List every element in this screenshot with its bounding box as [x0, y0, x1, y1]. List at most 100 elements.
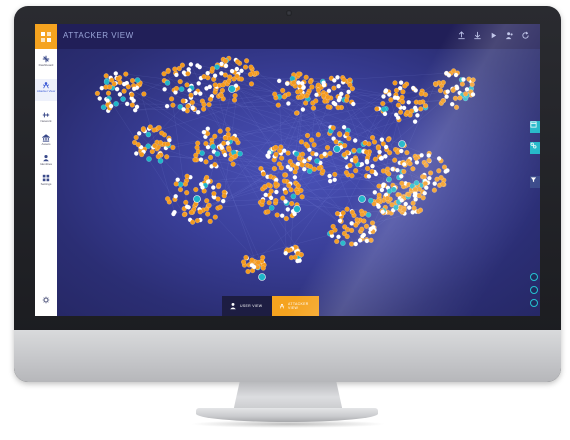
graph-node: [221, 193, 227, 199]
graph-node: [444, 94, 449, 99]
graph-node: [463, 91, 469, 97]
graph-node: [238, 76, 244, 82]
attack-graph[interactable]: [57, 49, 540, 316]
graph-node: [185, 103, 191, 109]
graph-node: [195, 109, 201, 115]
graph-node: [422, 190, 427, 196]
graph-node: [440, 181, 446, 187]
graph-node: [120, 96, 126, 102]
user-view-button[interactable]: USER VIEW: [222, 296, 272, 316]
graph-node: [341, 152, 347, 158]
sidebar-item-identities[interactable]: Identities: [35, 152, 57, 174]
link-icon: [530, 142, 537, 149]
graph-node: [304, 132, 311, 139]
layout-tab[interactable]: [530, 121, 540, 133]
graph-node: [225, 126, 231, 133]
graph-node: [320, 168, 326, 174]
graph-node: [186, 67, 191, 72]
sidebar-item-dashboard[interactable]: Dashboard: [35, 53, 57, 75]
graph-hub-node: [293, 205, 301, 213]
graph-node: [274, 212, 280, 218]
graph-node: [179, 62, 185, 68]
graph-node: [234, 66, 240, 72]
sidebar-item-assets[interactable]: Assets: [35, 132, 57, 154]
graph-node: [244, 58, 250, 64]
graph-node: [307, 79, 314, 85]
graph-node: [248, 81, 255, 87]
graph-node: [411, 205, 417, 211]
upload-icon[interactable]: [456, 29, 466, 41]
graph-node: [438, 175, 444, 181]
attacker-view-button[interactable]: ATTACKER VIEW: [272, 296, 319, 316]
graph-node: [171, 211, 176, 217]
graph-node: [136, 131, 142, 136]
graph-node: [399, 180, 405, 186]
graph-node: [381, 94, 386, 99]
graph-node: [105, 98, 110, 103]
graph-hub-node: [193, 195, 201, 203]
link-tab[interactable]: [530, 142, 540, 154]
graph-node: [124, 101, 130, 107]
graph-node: [401, 169, 407, 175]
graph-hub-node: [358, 195, 366, 203]
graph-node: [296, 155, 302, 162]
graph-node: [292, 169, 298, 175]
gear-icon[interactable]: [41, 295, 51, 305]
graph-node: [349, 221, 354, 226]
graph-node: [133, 134, 139, 141]
graph-node: [379, 187, 385, 193]
graph-node: [215, 196, 221, 202]
zoom-fit-button[interactable]: [530, 286, 538, 294]
graph-node: [222, 152, 228, 158]
app-logo[interactable]: [35, 24, 57, 49]
graph-node: [406, 100, 411, 105]
people-icon[interactable]: [504, 29, 514, 41]
graph-node: [132, 107, 138, 113]
graph-node: [207, 84, 213, 90]
user-view-icon: [230, 302, 236, 310]
sidebar: Dashboard Attacker View Network Assets I…: [35, 49, 57, 316]
sidebar-item-settings[interactable]: Settings: [35, 172, 57, 194]
graph-node: [400, 89, 406, 95]
graph-node: [190, 105, 196, 111]
sidebar-item-attacker-view[interactable]: Attacker View: [35, 79, 57, 101]
graph-node: [234, 73, 240, 79]
graph-node: [380, 106, 387, 113]
graph-node: [369, 220, 376, 226]
graph-node: [445, 168, 450, 173]
zoom-in-button[interactable]: [530, 273, 538, 281]
graph-node: [156, 125, 162, 131]
graph-node: [436, 168, 442, 174]
graph-node: [340, 240, 346, 246]
graph-node: [135, 142, 141, 148]
graph-node: [247, 71, 254, 77]
graph-hub-node: [228, 85, 236, 93]
graph-node: [373, 171, 379, 177]
graph-node: [207, 218, 213, 224]
graph-node: [301, 85, 306, 91]
graph-node: [218, 92, 224, 98]
graph-node: [341, 124, 347, 130]
filter-tab[interactable]: [530, 176, 540, 188]
play-icon[interactable]: [488, 29, 498, 41]
graph-node: [368, 226, 373, 232]
graph-node: [353, 241, 358, 247]
layout-icon: [530, 121, 537, 128]
graph-node: [453, 72, 459, 78]
graph-node: [368, 237, 374, 243]
sidebar-item-network[interactable]: Network: [35, 109, 57, 131]
zoom-out-button[interactable]: [530, 299, 538, 307]
graph-node: [272, 91, 278, 97]
graph-node: [129, 78, 136, 84]
graph-node: [260, 171, 267, 177]
graph-node: [147, 124, 153, 130]
graph-node: [388, 97, 394, 103]
overview-icon: [42, 55, 50, 63]
graph-canvas[interactable]: [57, 49, 540, 316]
monitor-chin: [14, 330, 561, 382]
refresh-icon[interactable]: [520, 29, 530, 41]
graph-node: [374, 106, 380, 112]
download-icon[interactable]: [472, 29, 482, 41]
graph-node: [201, 101, 207, 108]
graph-node: [365, 165, 371, 172]
